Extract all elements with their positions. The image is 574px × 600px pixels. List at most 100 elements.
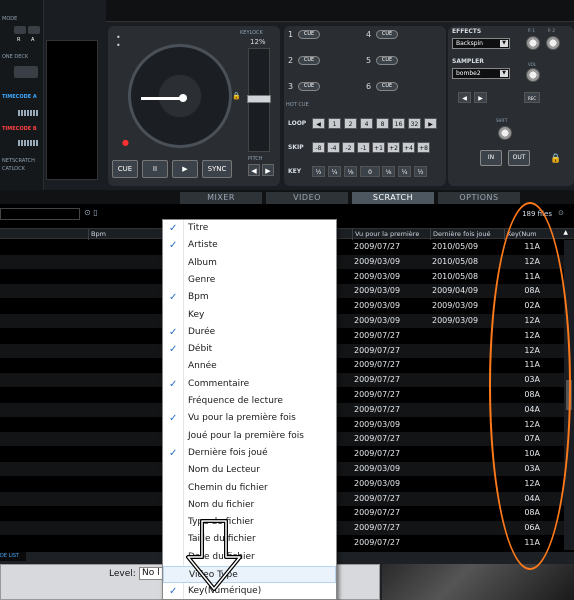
tab-mixer[interactable]: MIXER (180, 192, 262, 204)
key-shift-button[interactable]: ¼ (328, 166, 341, 177)
sampler-select[interactable]: bombe2 ▼ (452, 68, 510, 79)
menu-item[interactable]: ✓ Vu pour la première fois (163, 410, 336, 427)
pitch-up-button[interactable]: ▶ (262, 164, 274, 176)
menu-item[interactable]: ✓ Titre (163, 220, 336, 237)
key-shift-button[interactable]: ⅛ (344, 166, 357, 177)
key-shift-button[interactable]: ½ (312, 166, 325, 177)
hot-cue-1-button[interactable]: CUE (298, 30, 320, 39)
shift-knob[interactable] (498, 126, 512, 140)
loop-back-button[interactable]: ◀ (312, 118, 325, 129)
cue-number: 3 (288, 82, 294, 91)
menu-item[interactable]: ✓ Commentaire (163, 376, 336, 393)
cue-number: 6 (366, 82, 372, 91)
menu-item[interactable]: Key (163, 307, 336, 324)
sampler-prev-button[interactable]: ◀ (458, 92, 471, 103)
lock-icon: 🔒 (232, 92, 241, 100)
first-seen-cell: 2009/03/09 (354, 316, 401, 325)
skip-button[interactable]: +2 (387, 142, 400, 153)
loop-in-button[interactable]: IN (480, 150, 502, 166)
loop-forward-button[interactable]: ▶ (424, 118, 437, 129)
scroll-up-icon[interactable]: ▲ (563, 229, 568, 236)
browser-options-icon[interactable]: ⊙ (558, 209, 564, 217)
menu-item[interactable]: Genre (163, 272, 336, 289)
key-shift-button[interactable]: ½ (414, 166, 427, 177)
pitch-slider-thumb[interactable] (247, 95, 271, 103)
pitch-down-button[interactable]: ◀ (248, 164, 260, 176)
menu-item-label: Genre (188, 274, 216, 285)
menu-item[interactable]: ✓ Bpm (163, 289, 336, 306)
timecode-a-label: TIMECODE A (2, 94, 37, 100)
menu-item[interactable]: ✓ Dernière fois joué (163, 445, 336, 462)
loop-1-button[interactable]: 1 (328, 118, 341, 129)
skip-label: SKIP (288, 144, 304, 151)
loop-8-button[interactable]: 8 (376, 118, 389, 129)
menu-item[interactable]: Album (163, 255, 336, 272)
timecode-a-meter (18, 110, 38, 116)
tab-scratch[interactable]: SCRATCH (352, 192, 434, 204)
hot-cue-label: HOT CUE (286, 102, 309, 108)
loop-4-button[interactable]: 4 (360, 118, 373, 129)
hot-cue-3-button[interactable]: CUE (298, 82, 320, 91)
tab-options[interactable]: OPTIONS (438, 192, 520, 204)
sync-button[interactable]: SYNC (202, 160, 232, 178)
tab-video[interactable]: VIDEO (266, 192, 348, 204)
hot-cue-4-button[interactable]: CUE (376, 30, 398, 39)
play-button[interactable]: ▶ (172, 160, 198, 178)
list-label[interactable]: DE LIST (0, 552, 26, 561)
p2-knob[interactable] (546, 36, 560, 50)
first-seen-cell: 2009/07/27 (354, 538, 401, 547)
hot-cue-2-button[interactable]: CUE (298, 56, 320, 65)
menu-item[interactable]: Fréquence de lecture (163, 393, 336, 410)
one-deck-play-button[interactable] (14, 66, 38, 78)
chevron-down-icon: ▼ (500, 40, 508, 47)
column-header-first-seen[interactable]: Vu pour la première (352, 229, 430, 240)
r-button[interactable]: R (14, 26, 26, 43)
sampler-next-button[interactable]: ▶ (474, 92, 487, 103)
cue-button[interactable]: CUE (112, 160, 138, 178)
effects-label: EFFECTS (452, 28, 482, 35)
menu-item[interactable]: Joué pour la première fois (163, 428, 336, 445)
loop-32-button[interactable]: 32 (408, 118, 421, 129)
menu-item[interactable]: Nom du Lecteur (163, 462, 336, 479)
search-input[interactable] (0, 208, 80, 220)
rec-button[interactable]: REC (524, 92, 540, 103)
hot-cue-5-button[interactable]: CUE (376, 56, 398, 65)
skip-button[interactable]: -1 (357, 142, 370, 153)
column-header-last-played[interactable]: Dernière fois joué (430, 229, 504, 240)
menu-item[interactable]: Année (163, 358, 336, 375)
skip-button[interactable]: -4 (327, 142, 340, 153)
menu-item[interactable]: Nom du fichier (163, 497, 336, 514)
record-icon[interactable]: ● (122, 138, 129, 147)
menu-item[interactable]: ✓ Durée (163, 324, 336, 341)
pitch-slider[interactable] (247, 48, 271, 152)
sampler-volume-knob[interactable] (526, 68, 540, 82)
key-reset-button[interactable]: 0 (360, 166, 380, 177)
search-options-icon[interactable]: ⊙ ▯ (84, 208, 98, 217)
loop-16-button[interactable]: 16 (392, 118, 405, 129)
first-seen-cell: 2009/03/09 (354, 286, 401, 296)
deck-options-icon[interactable]: • • (116, 34, 121, 50)
cue-number: 5 (366, 56, 372, 65)
key-shift-button[interactable]: ⅛ (382, 166, 395, 177)
skip-button[interactable]: +1 (372, 142, 385, 153)
menu-item[interactable]: ✓ Artiste (163, 237, 336, 254)
lock-icon[interactable]: 🔒 (550, 154, 561, 164)
menu-item[interactable]: Chemin du fichier (163, 480, 336, 497)
a-button[interactable]: A (28, 26, 40, 43)
jog-wheel[interactable] (128, 44, 232, 148)
first-seen-cell: 2009/07/27 (354, 330, 401, 340)
menu-item[interactable]: ✓ Débit (163, 341, 336, 358)
hot-cue-6-button[interactable]: CUE (376, 82, 398, 91)
loop-out-button[interactable]: OUT (508, 150, 530, 166)
effects-select[interactable]: Backspin ▼ (452, 38, 510, 49)
skip-button[interactable]: +8 (417, 142, 430, 153)
loop-2-button[interactable]: 2 (344, 118, 357, 129)
menu-item-label: Artiste (188, 240, 218, 251)
key-shift-button[interactable]: ¼ (398, 166, 411, 177)
p1-knob[interactable] (526, 36, 540, 50)
skip-button[interactable]: +4 (402, 142, 415, 153)
skip-button[interactable]: -2 (342, 142, 355, 153)
skip-button[interactable]: -8 (312, 142, 325, 153)
left-control-strip: MODE R A ONE DECK TIMECODE A TIMECODE B … (0, 0, 44, 190)
pause-button[interactable]: II (142, 160, 168, 178)
